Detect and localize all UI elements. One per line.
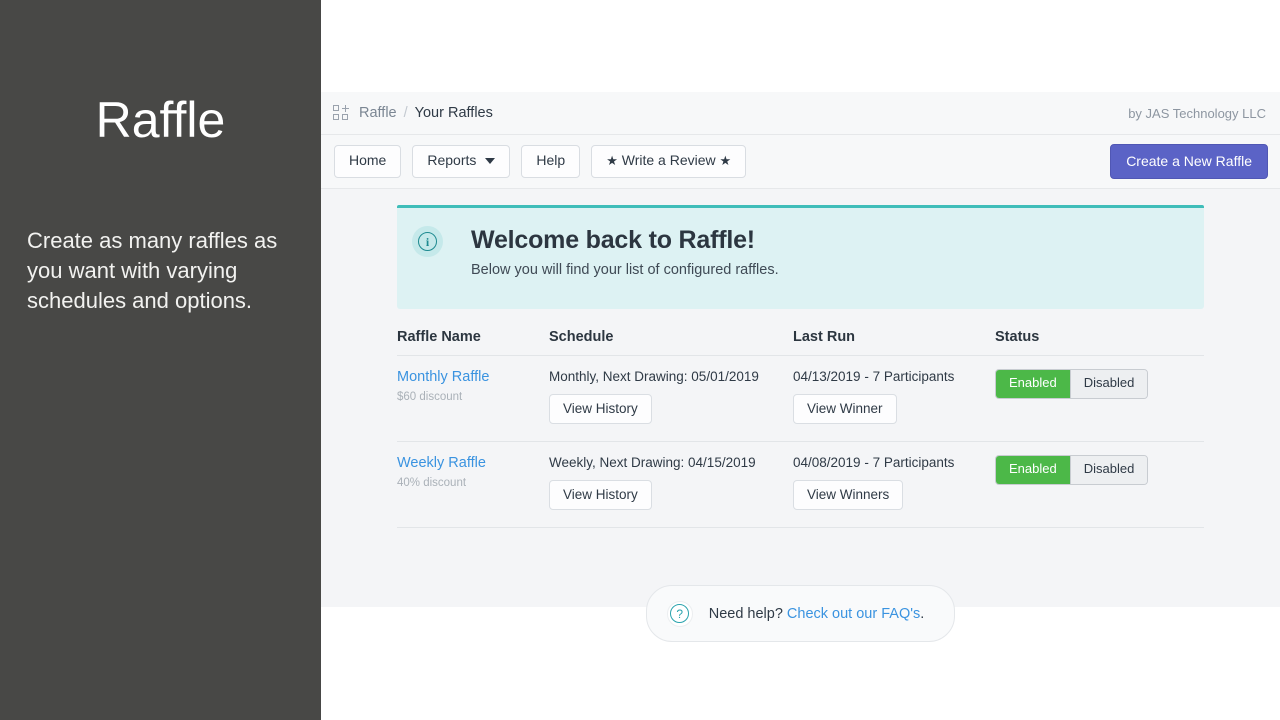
schedule-text: Monthly, Next Drawing: 05/01/2019 — [549, 369, 793, 384]
raffle-name-link[interactable]: Weekly Raffle — [397, 455, 549, 471]
star-icon-right: ★ — [720, 153, 732, 168]
table-header-row: Raffle Name Schedule Last Run Status — [397, 317, 1204, 356]
screenshot-root: Raffle Create as many raffles as you wan… — [0, 0, 1280, 720]
question-mark-icon: ? — [667, 601, 693, 627]
schedule-text: Weekly, Next Drawing: 04/15/2019 — [549, 455, 793, 470]
cell-status: Enabled Disabled — [995, 442, 1204, 528]
reports-dropdown-button[interactable]: Reports — [412, 145, 510, 177]
cell-raffle-name: Weekly Raffle 40% discount — [397, 442, 549, 528]
breadcrumb-separator: / — [404, 105, 408, 121]
welcome-banner: i Welcome back to Raffle! Below you will… — [397, 205, 1204, 309]
faq-section: ? Need help? Check out our FAQ's. — [397, 585, 1204, 642]
question-glyph: ? — [670, 604, 689, 623]
last-run-text: 04/13/2019 - 7 Participants — [793, 369, 995, 384]
info-icon: i — [412, 226, 443, 257]
status-toggle: Enabled Disabled — [995, 455, 1148, 485]
create-new-raffle-button[interactable]: Create a New Raffle — [1110, 144, 1268, 179]
cell-raffle-name: Monthly Raffle $60 discount — [397, 356, 549, 442]
cell-last-run: 04/08/2019 - 7 Participants View Winners — [793, 442, 995, 528]
table-row: Monthly Raffle $60 discount Monthly, Nex… — [397, 356, 1204, 442]
breadcrumb-root-link[interactable]: Raffle — [359, 105, 397, 121]
raffle-discount: 40% discount — [397, 477, 549, 489]
home-button[interactable]: Home — [334, 145, 401, 177]
view-winner-button[interactable]: View Winner — [793, 394, 897, 424]
promo-description: Create as many raffles as you want with … — [27, 226, 297, 316]
star-icon-left: ★ — [606, 153, 618, 168]
cell-schedule: Monthly, Next Drawing: 05/01/2019 View H… — [549, 356, 793, 442]
cell-last-run: 04/13/2019 - 7 Participants View Winner — [793, 356, 995, 442]
header-schedule: Schedule — [549, 317, 793, 356]
table-row: Weekly Raffle 40% discount Weekly, Next … — [397, 442, 1204, 528]
banner-title: Welcome back to Raffle! — [471, 226, 779, 255]
faq-period: . — [920, 606, 924, 622]
header-status: Status — [995, 317, 1204, 356]
last-run-text: 04/08/2019 - 7 Participants — [793, 455, 995, 470]
status-toggle: Enabled Disabled — [995, 369, 1148, 399]
chevron-down-icon — [485, 158, 495, 164]
grid-plus-icon[interactable] — [333, 105, 349, 121]
status-enabled-option[interactable]: Enabled — [996, 456, 1070, 484]
app-window: Raffle / Your Raffles by JAS Technology … — [321, 92, 1280, 607]
content-area: i Welcome back to Raffle! Below you will… — [321, 189, 1280, 642]
header-last-run: Last Run — [793, 317, 995, 356]
reports-label: Reports — [427, 152, 476, 168]
view-winners-button[interactable]: View Winners — [793, 480, 903, 510]
help-button[interactable]: Help — [521, 145, 580, 177]
raffle-discount: $60 discount — [397, 391, 549, 403]
faq-text: Need help? Check out our FAQ's. — [709, 606, 925, 622]
vendor-byline: by JAS Technology LLC — [1128, 106, 1266, 121]
cell-status: Enabled Disabled — [995, 356, 1204, 442]
breadcrumb-bar: Raffle / Your Raffles by JAS Technology … — [321, 92, 1280, 135]
write-review-label: Write a Review — [622, 152, 716, 168]
faq-prompt: Need help? — [709, 606, 783, 622]
promo-panel: Raffle Create as many raffles as you wan… — [0, 0, 321, 720]
status-disabled-option[interactable]: Disabled — [1070, 456, 1148, 484]
raffle-name-link[interactable]: Monthly Raffle — [397, 369, 549, 385]
status-disabled-option[interactable]: Disabled — [1070, 370, 1148, 398]
write-review-button[interactable]: ★ Write a Review ★ — [591, 145, 746, 177]
raffles-table: Raffle Name Schedule Last Run Status Mon… — [397, 317, 1204, 528]
header-raffle-name: Raffle Name — [397, 317, 549, 356]
toolbar: Home Reports Help ★ Write a Review ★ Cre… — [321, 135, 1280, 189]
view-history-button[interactable]: View History — [549, 394, 652, 424]
cell-schedule: Weekly, Next Drawing: 04/15/2019 View Hi… — [549, 442, 793, 528]
faq-link[interactable]: Check out our FAQ's — [787, 606, 920, 622]
view-history-button[interactable]: View History — [549, 480, 652, 510]
faq-pill: ? Need help? Check out our FAQ's. — [646, 585, 956, 642]
status-enabled-option[interactable]: Enabled — [996, 370, 1070, 398]
promo-title: Raffle — [0, 93, 321, 148]
banner-subtitle: Below you will find your list of configu… — [471, 262, 779, 278]
breadcrumb-current: Your Raffles — [415, 105, 493, 121]
